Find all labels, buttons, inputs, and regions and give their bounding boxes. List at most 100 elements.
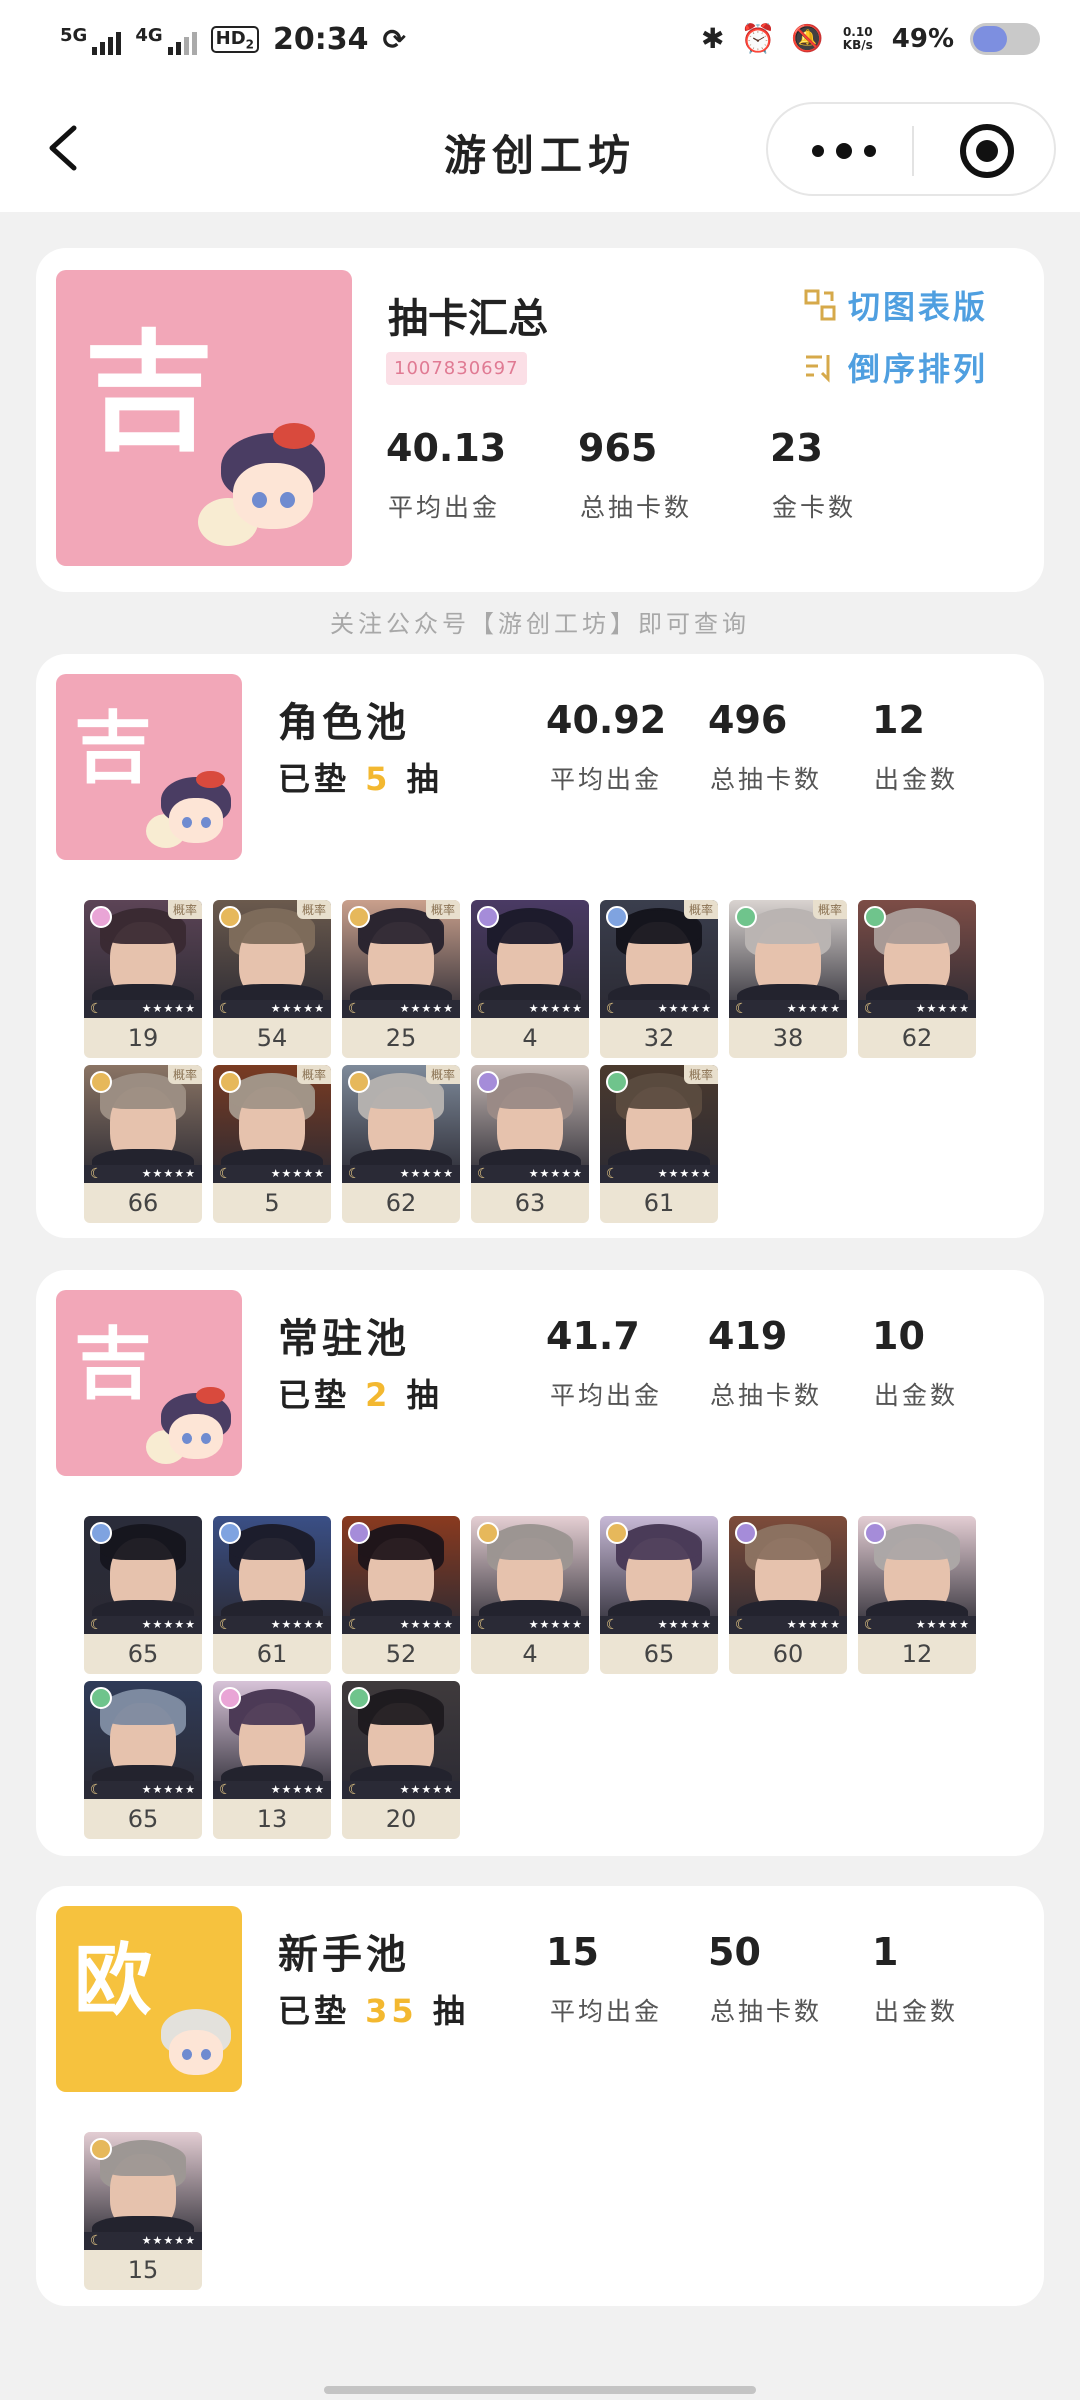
- pool-avg-value: 41.7: [546, 1314, 640, 1358]
- pool-pity: 已垫 2 抽: [278, 1376, 443, 1414]
- pool-total-label: 总抽卡数: [710, 1997, 823, 2026]
- sort-desc-icon: [806, 355, 830, 383]
- character-card[interactable]: ★★★★★ ☾ 65: [84, 1516, 202, 1674]
- sort-desc-button[interactable]: 倒序排列: [804, 344, 988, 390]
- switch-view-button[interactable]: 切图表版: [804, 282, 988, 328]
- element-badge-icon: [90, 1687, 112, 1709]
- moon-icon: ☾: [90, 2233, 103, 2249]
- moon-icon: ☾: [735, 1617, 748, 1633]
- element-badge-icon: [90, 1522, 112, 1544]
- pool-name: 常驻池: [278, 1316, 410, 1362]
- element-badge-icon: [348, 1071, 370, 1093]
- summary-title: 抽卡汇总: [388, 296, 548, 342]
- character-card[interactable]: ★★★★★ ☾ 61: [213, 1516, 331, 1674]
- switch-view-icon: [804, 289, 836, 321]
- moon-icon: ☾: [90, 1166, 103, 1182]
- pool-gold-value: 10: [872, 1314, 925, 1358]
- element-badge-icon: [735, 1522, 757, 1544]
- signal-4g-icon: 4G: [135, 25, 197, 55]
- character-card[interactable]: ★★★★★ ☾ 52: [342, 1516, 460, 1674]
- rate-up-tag: 概率: [425, 1065, 460, 1084]
- pull-count: 19: [127, 1024, 159, 1052]
- rate-up-tag: 概率: [167, 900, 202, 919]
- pool-avg-label: 平均出金: [550, 1381, 663, 1410]
- character-card[interactable]: ★★★★★ ☾ 概率 61: [600, 1065, 718, 1223]
- bluetooth-icon: ✱: [701, 22, 725, 55]
- moon-icon: ☾: [477, 1617, 490, 1633]
- element-badge-icon: [348, 1687, 370, 1709]
- pull-count: 63: [514, 1189, 546, 1217]
- mini-program-capsule: [766, 102, 1056, 196]
- pool-total-value: 419: [708, 1314, 788, 1358]
- character-card[interactable]: ★★★★★ ☾ 概率 19: [84, 900, 202, 1058]
- character-card[interactable]: ★★★★★ ☾ 65: [600, 1516, 718, 1674]
- chibi-mascot: [156, 770, 236, 854]
- pool-gold-label: 出金数: [874, 1381, 959, 1410]
- pool-name: 新手池: [278, 1932, 410, 1978]
- character-card[interactable]: ★★★★★ ☾ 60: [729, 1516, 847, 1674]
- pool-avg-value: 40.92: [546, 698, 667, 742]
- pull-count: 4: [522, 1640, 538, 1668]
- summary-gold-value: 23: [770, 426, 823, 470]
- pull-count: 66: [127, 1189, 159, 1217]
- character-card[interactable]: ★★★★★ ☾ 概率 32: [600, 900, 718, 1058]
- moon-icon: ☾: [348, 1166, 361, 1182]
- pull-count: 12: [901, 1640, 933, 1668]
- character-card[interactable]: ★★★★★ ☾ 15: [84, 2132, 202, 2290]
- element-badge-icon: [477, 1522, 499, 1544]
- moon-icon: ☾: [864, 1001, 877, 1017]
- character-card[interactable]: ★★★★★ ☾ 65: [84, 1681, 202, 1839]
- pull-count: 13: [256, 1805, 288, 1833]
- hd-icon: HD2: [210, 25, 259, 54]
- pool-gold-value: 1: [872, 1930, 899, 1974]
- character-card[interactable]: ★★★★★ ☾ 4: [471, 1516, 589, 1674]
- rate-up-tag: 概率: [812, 900, 847, 919]
- character-card[interactable]: ★★★★★ ☾ 4: [471, 900, 589, 1058]
- pull-count: 38: [772, 1024, 804, 1052]
- character-card[interactable]: ★★★★★ ☾ 20: [342, 1681, 460, 1839]
- moon-icon: ☾: [219, 1782, 232, 1798]
- moon-icon: ☾: [219, 1617, 232, 1633]
- rate-up-tag: 概率: [296, 900, 331, 919]
- pool-gold-label: 出金数: [874, 765, 959, 794]
- pull-count: 62: [385, 1189, 417, 1217]
- summary-avg-value: 40.13: [386, 426, 507, 470]
- moon-icon: ☾: [735, 1001, 748, 1017]
- pool-avg-value: 15: [546, 1930, 599, 1974]
- pool-avatar: 吉: [56, 1290, 242, 1476]
- sync-icon: ⟳: [382, 23, 406, 56]
- character-card[interactable]: ★★★★★ ☾ 63: [471, 1065, 589, 1223]
- pool-total-value: 496: [708, 698, 788, 742]
- character-card[interactable]: ★★★★★ ☾ 概率 66: [84, 1065, 202, 1223]
- character-card[interactable]: ★★★★★ ☾ 12: [858, 1516, 976, 1674]
- more-menu-icon[interactable]: [812, 126, 876, 176]
- capsule-divider: [912, 126, 914, 176]
- element-badge-icon: [606, 906, 628, 928]
- character-card[interactable]: ★★★★★ ☾ 概率 54: [213, 900, 331, 1058]
- element-badge-icon: [735, 906, 757, 928]
- chibi-mascot: [214, 423, 332, 546]
- character-card[interactable]: ★★★★★ ☾ 概率 25: [342, 900, 460, 1058]
- character-card[interactable]: ★★★★★ ☾ 概率 5: [213, 1065, 331, 1223]
- moon-icon: ☾: [348, 1001, 361, 1017]
- pull-count: 65: [127, 1640, 159, 1668]
- element-badge-icon: [219, 1071, 241, 1093]
- close-target-icon[interactable]: [960, 124, 1014, 178]
- element-badge-icon: [90, 906, 112, 928]
- character-card[interactable]: ★★★★★ ☾ 62: [858, 900, 976, 1058]
- summary-avg-label: 平均出金: [388, 493, 501, 522]
- character-card[interactable]: ★★★★★ ☾ 概率 62: [342, 1065, 460, 1223]
- alarm-icon: ⏰: [740, 22, 776, 55]
- nav-bar: 游创工坊: [0, 84, 1080, 212]
- element-badge-icon: [606, 1522, 628, 1544]
- character-card[interactable]: ★★★★★ ☾ 概率 38: [729, 900, 847, 1058]
- pool-card: 欧 新手池 已垫 35 抽 15 平均出金 50 总抽卡数 1 出金数 ★★★★…: [36, 1886, 1044, 2306]
- summary-avatar: 吉: [56, 270, 352, 566]
- moon-icon: ☾: [90, 1782, 103, 1798]
- character-card[interactable]: ★★★★★ ☾ 13: [213, 1681, 331, 1839]
- pool-pity: 已垫 5 抽: [278, 760, 443, 798]
- moon-icon: ☾: [219, 1001, 232, 1017]
- rate-up-tag: 概率: [683, 900, 718, 919]
- signal-5g-icon: 5G: [60, 25, 122, 55]
- pull-count: 32: [643, 1024, 675, 1052]
